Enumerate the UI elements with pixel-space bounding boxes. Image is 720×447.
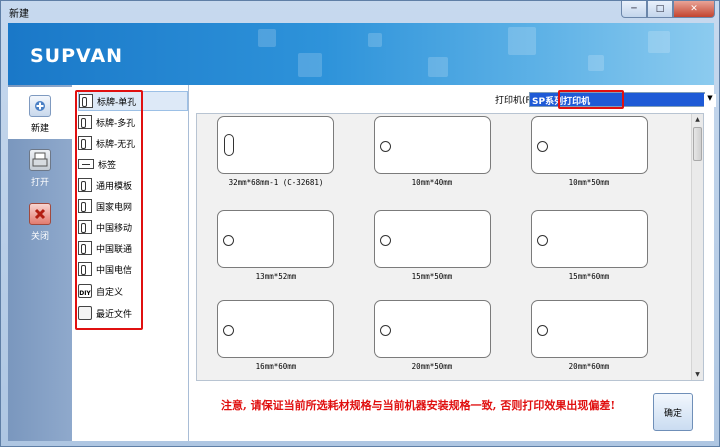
maximize-icon: □: [655, 4, 665, 14]
window-title: 新建: [9, 9, 29, 20]
open-printer-icon: [29, 149, 51, 171]
category-list: 标牌-单孔 标牌-多孔 标牌-无孔 标签 通用模板 国家电网 中国移动 中国联通…: [72, 85, 189, 441]
minimize-icon: ─: [631, 4, 637, 14]
template-card[interactable]: [531, 210, 648, 268]
close-window-button[interactable]: ✕: [673, 1, 715, 18]
title-bar: 新建 ─ □ ✕: [1, 1, 719, 23]
banner-decoration: [428, 57, 448, 77]
template-card[interactable]: [531, 116, 648, 174]
template-card[interactable]: [217, 116, 334, 174]
category-highlight-outline: [75, 90, 143, 330]
new-doc-icon-glyph: [35, 101, 45, 111]
close-x-icon: [29, 203, 51, 225]
scroll-up-icon[interactable]: ▲: [692, 114, 703, 125]
banner-decoration: [588, 55, 604, 71]
close-x-icon-glyph: [34, 208, 46, 220]
header-banner: SUPVAN: [8, 23, 714, 85]
template-label: 10mm*50mm: [568, 178, 610, 187]
chevron-down-icon[interactable]: ▼: [704, 94, 716, 107]
tool-open-button[interactable]: 打开: [8, 141, 72, 193]
banner-decoration: [298, 53, 322, 77]
template-label: 15mm*50mm: [411, 272, 453, 281]
banner-decoration: [258, 29, 276, 47]
window-controls: ─ □ ✕: [621, 1, 715, 19]
tool-new-label: 新建: [30, 124, 49, 134]
tool-column: 新建 打开 关闭: [8, 85, 72, 441]
tag-hole-icon: [380, 235, 391, 246]
minimize-button[interactable]: ─: [621, 1, 647, 18]
dialog-window: 新建 ─ □ ✕ SUPVAN 新建 打开 关闭 标牌-单孔 标牌-多孔 标牌-…: [0, 0, 720, 447]
template-label: 15mm*60mm: [568, 272, 610, 281]
template-card[interactable]: [531, 300, 648, 358]
template-card[interactable]: [374, 116, 491, 174]
close-icon: ✕: [690, 4, 698, 14]
template-panel: 打印机(P): SP系列打印机 ▼ 32mm*68mm-1 (C-32681) …: [189, 85, 716, 441]
tag-hole-icon: [223, 325, 234, 336]
tag-hole-icon: [537, 141, 548, 152]
vertical-scrollbar[interactable]: ▲ ▼: [691, 114, 703, 380]
printer-highlight-outline: [558, 90, 624, 109]
consumable-warning: 注意, 请保证当前所选耗材规格与当前机器安装规格一致, 否则打印效果出现偏差!: [221, 399, 616, 412]
banner-decoration: [368, 33, 382, 47]
open-printer-icon-glyph: [32, 152, 48, 167]
banner-decoration: [508, 27, 536, 55]
tool-open-label: 打开: [30, 178, 49, 188]
tag-slot-icon: [224, 134, 234, 156]
tool-close-button[interactable]: 关闭: [8, 195, 72, 247]
banner-decoration: [648, 31, 670, 53]
confirm-button[interactable]: 确定: [653, 393, 693, 431]
template-card[interactable]: [217, 210, 334, 268]
tag-hole-icon: [537, 325, 548, 336]
template-label: 20mm*50mm: [411, 362, 453, 371]
tag-hole-icon: [537, 235, 548, 246]
template-card[interactable]: [374, 300, 491, 358]
template-label: 13mm*52mm: [255, 272, 297, 281]
scroll-down-icon[interactable]: ▼: [692, 369, 703, 380]
brand-logo: SUPVAN: [30, 45, 124, 67]
tag-hole-icon: [223, 235, 234, 246]
tag-hole-icon: [380, 141, 391, 152]
scroll-thumb[interactable]: [693, 127, 702, 161]
template-card[interactable]: [217, 300, 334, 358]
template-label: 10mm*40mm: [411, 178, 453, 187]
tag-hole-icon: [380, 325, 391, 336]
template-label: 32mm*68mm-1 (C-32681): [228, 178, 324, 187]
template-card[interactable]: [374, 210, 491, 268]
template-label: 16mm*60mm: [255, 362, 297, 371]
maximize-button[interactable]: □: [647, 1, 673, 18]
template-label: 20mm*60mm: [568, 362, 610, 371]
tool-new-button[interactable]: 新建: [8, 87, 72, 139]
tool-close-label: 关闭: [30, 232, 49, 242]
template-grid: 32mm*68mm-1 (C-32681) 10mm*40mm 10mm*50m…: [196, 113, 704, 381]
new-doc-icon: [29, 95, 51, 117]
